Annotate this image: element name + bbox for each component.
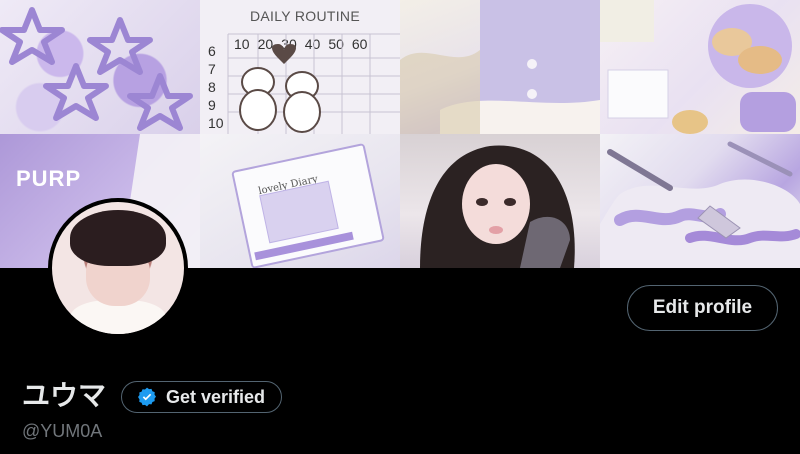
display-name: ユウマ	[22, 379, 107, 412]
banner-tile-paint-palette	[600, 134, 800, 268]
username-handle: @YUM0A	[22, 421, 103, 441]
banner-tile-cardigan	[400, 0, 600, 134]
profile-avatar[interactable]	[48, 198, 188, 338]
portrait-illustration	[420, 145, 575, 268]
get-verified-label: Get verified	[166, 386, 266, 407]
verified-check-icon	[136, 386, 158, 408]
edit-profile-button[interactable]: Edit profile	[627, 285, 778, 331]
coffee-scone-cakes-illustration	[600, 0, 796, 134]
get-verified-button[interactable]: Get verified	[121, 381, 283, 413]
banner-tile-lovely-diary: lovely Diary	[200, 134, 400, 268]
paint-palette-illustration	[600, 141, 800, 268]
star-clips-illustration	[0, 7, 193, 131]
banner-tile-star-clips	[0, 0, 200, 134]
banner-tile-portrait	[400, 134, 600, 268]
cardigan-illustration	[400, 0, 600, 134]
avatar-hair	[70, 210, 166, 266]
banner-tile-daily-routine: DAILY ROUTINE 10 20 30 40 50 60 6 7 8 9 …	[200, 0, 400, 134]
banner-tile-coffee-scone-cakes	[600, 0, 800, 134]
diary-illustration	[254, 180, 354, 261]
routine-grid-and-bears	[227, 33, 400, 134]
